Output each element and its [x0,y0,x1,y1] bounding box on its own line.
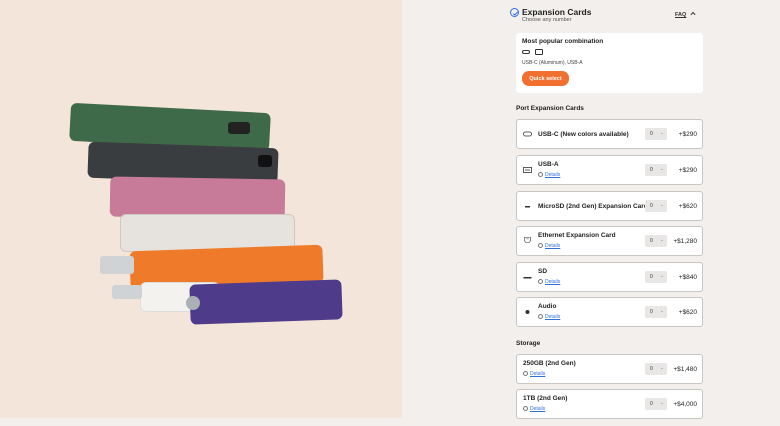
item-price: +$620 [678,203,697,210]
quantity-value: 0 [650,167,653,173]
item-price: +$840 [678,274,697,281]
port-section-heading: Port Expansion Cards [516,105,584,112]
details-label: Details [545,243,561,249]
chevron-down-icon: ⌄ [660,130,664,135]
check-circle-icon [510,8,519,17]
quick-select-button[interactable]: Quick select [522,71,569,86]
details-link[interactable]: Details [523,406,545,412]
chevron-down-icon: ⌄ [660,400,664,405]
port-card-ethernet[interactable]: Ethernet Expansion Card Details 0 ⌄ +$1,2… [516,226,703,256]
port-card-microsd[interactable]: MicroSD (2nd Gen) Expansion Card 0 ⌄ +$62… [516,191,703,221]
quantity-select[interactable]: 0 ⌄ [645,363,667,375]
usb-a-icon [523,167,532,173]
quantity-value: 0 [650,203,653,209]
port-card-usb-a[interactable]: USB-A Details 0 ⌄ +$290 [516,155,703,185]
popular-combination-text: USB-C (Aluminum), USB-A [522,60,583,66]
quantity-value: 0 [650,274,653,280]
quantity-select[interactable]: 0 ⌄ [645,164,667,176]
ethernet-icon [524,237,531,243]
info-icon [538,172,543,177]
chevron-down-icon: ⌄ [660,237,664,242]
quantity-select[interactable]: 0 ⌄ [645,306,667,318]
details-link[interactable]: Details [538,243,560,249]
details-label: Details [545,314,561,320]
item-name: USB-C (New colors available) [538,131,629,138]
item-price: +$290 [678,167,697,174]
item-price: +$1,280 [673,238,697,245]
connector-shape [112,285,142,299]
info-icon [538,243,543,248]
port-card-audio[interactable]: Audio Details 0 ⌄ +$620 [516,297,703,327]
storage-card-250gb[interactable]: 250GB (2nd Gen) Details 0 ⌄ +$1,480 [516,354,703,384]
details-label: Details [530,406,546,412]
item-price: +$620 [678,309,697,316]
popular-heading: Most popular combination [522,38,604,45]
faq-link[interactable]: FAQ [675,12,686,18]
item-price: +$290 [678,131,697,138]
quantity-value: 0 [650,238,653,244]
info-icon [538,314,543,319]
details-link[interactable]: Details [538,172,560,178]
details-label: Details [545,279,561,285]
audio-jack-icon [525,310,530,314]
chevron-down-icon: ⌄ [660,365,664,370]
item-name: SD [538,268,548,275]
item-name: USB-A [538,161,559,168]
popular-combination-card: Most popular combination USB-C (Aluminum… [516,33,703,93]
usb-a-icon [535,49,543,55]
sd-card-icon [523,277,532,279]
usb-c-icon [523,131,532,137]
item-name: MicroSD (2nd Gen) Expansion Card [538,203,648,210]
quantity-select[interactable]: 0 ⌄ [645,398,667,410]
quantity-value: 0 [650,366,653,372]
details-label: Details [545,172,561,178]
configurator-panel: Expansion Cards Choose any number FAQ Mo… [402,0,780,426]
info-icon [523,406,528,411]
connector-shape [228,122,250,134]
microsd-icon [525,206,530,208]
chevron-down-icon: ⌄ [660,273,664,278]
storage-card-1tb[interactable]: 1TB (2nd Gen) Details 0 ⌄ +$4,000 [516,389,703,419]
details-link[interactable]: Details [538,279,560,285]
info-icon [538,279,543,284]
item-name: 1TB (2nd Gen) [523,395,568,402]
chevron-down-icon: ⌄ [660,308,664,313]
storage-section-heading: Storage [516,340,541,347]
port-card-sd[interactable]: SD Details 0 ⌄ +$840 [516,262,703,292]
chevron-up-icon[interactable] [690,11,696,18]
item-name: 250GB (2nd Gen) [523,360,576,367]
section-title: Expansion Cards [522,7,592,17]
details-link[interactable]: Details [523,371,545,377]
usb-c-icon [522,50,530,54]
item-price: +$1,480 [673,366,697,373]
quantity-select[interactable]: 0 ⌄ [645,200,667,212]
chevron-down-icon: ⌄ [660,166,664,171]
info-icon [523,371,528,376]
item-name: Audio [538,303,557,310]
item-name: Ethernet Expansion Card [538,232,616,239]
port-card-usb-c[interactable]: USB-C (New colors available) 0 ⌄ +$290 [516,119,703,149]
quantity-select[interactable]: 0 ⌄ [645,235,667,247]
connector-shape [186,296,200,310]
section-subtitle: Choose any number [522,17,572,23]
chevron-down-icon: ⌄ [660,202,664,207]
quantity-select[interactable]: 0 ⌄ [645,128,667,140]
quantity-value: 0 [650,131,653,137]
item-price: +$4,000 [673,401,697,408]
purple-card-shape [189,279,343,325]
quantity-value: 0 [650,401,653,407]
quantity-select[interactable]: 0 ⌄ [645,271,667,283]
quantity-value: 0 [650,309,653,315]
product-image [0,0,402,418]
connector-shape [258,155,272,167]
details-label: Details [530,371,546,377]
details-link[interactable]: Details [538,314,560,320]
connector-shape [100,256,134,274]
